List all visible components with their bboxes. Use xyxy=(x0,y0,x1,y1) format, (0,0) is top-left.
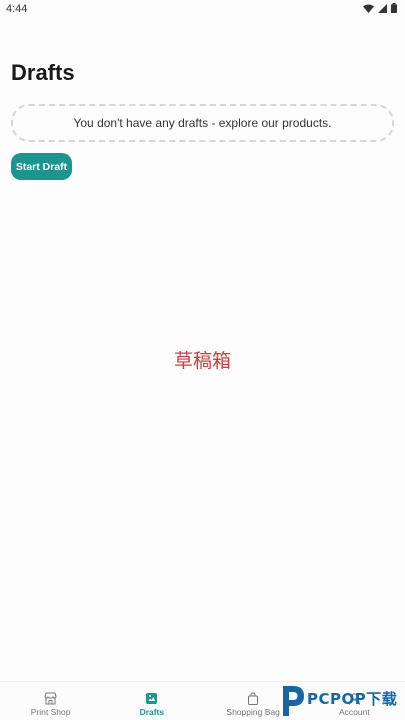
shopping-bag-icon xyxy=(248,692,259,705)
start-draft-button[interactable]: Start Draft xyxy=(11,153,72,180)
overlay-caption: 草稿箱 xyxy=(173,350,231,372)
watermark-text: PCPOP下载 xyxy=(307,690,398,708)
nav-label-shopping-bag: Shopping Bag xyxy=(226,707,280,717)
battery-icon xyxy=(391,3,397,13)
status-bar: 4:44 xyxy=(0,0,405,18)
storefront-icon xyxy=(44,692,57,705)
nav-item-drafts[interactable]: Drafts xyxy=(101,682,202,720)
status-icons xyxy=(363,3,397,13)
status-time: 4:44 xyxy=(6,3,28,15)
empty-drafts-text: You don't have any drafts - explore our … xyxy=(73,116,332,130)
drafts-icon xyxy=(146,693,158,704)
wifi-icon xyxy=(363,4,374,13)
pcpop-watermark: PCPOP下载 xyxy=(280,684,405,720)
nav-item-print-shop[interactable]: Print Shop xyxy=(0,682,101,720)
page-title: Drafts xyxy=(11,60,75,85)
pcpop-logo-icon xyxy=(283,686,304,716)
nav-label-print-shop: Print Shop xyxy=(30,707,71,717)
signal-icon xyxy=(378,3,387,13)
nav-label-drafts: Drafts xyxy=(139,707,165,717)
empty-drafts-message: You don't have any drafts - explore our … xyxy=(11,104,394,142)
